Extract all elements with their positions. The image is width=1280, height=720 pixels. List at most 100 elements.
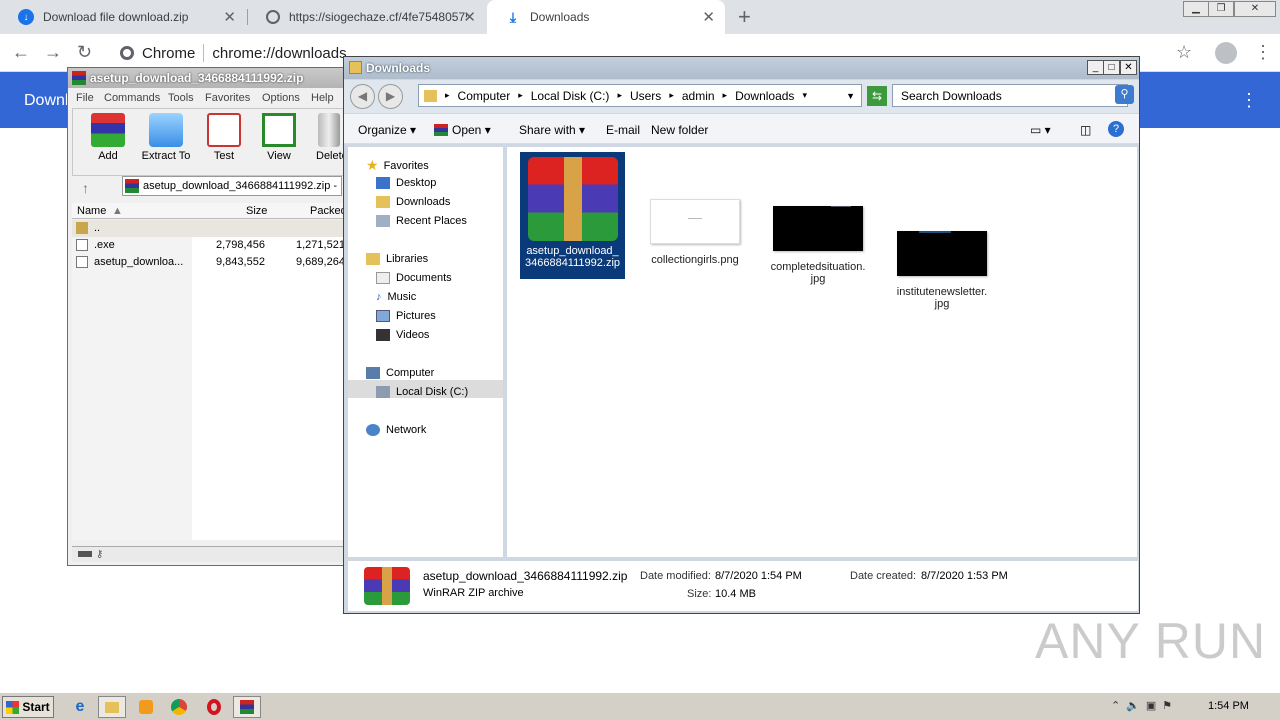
menu-options[interactable]: Options (262, 92, 300, 104)
row-packed: 9,689,264 (296, 256, 345, 268)
extract-to-button[interactable]: Extract To (136, 113, 196, 162)
close-tab-icon[interactable]: ✕ (463, 8, 476, 26)
chevron-down-icon[interactable]: ▼ (846, 91, 855, 101)
menu-tools[interactable]: Tools (168, 92, 194, 104)
menu-commands[interactable]: Commands (104, 92, 160, 104)
nav-music[interactable]: ♪ Music (376, 291, 416, 303)
winrar-archive-icon (364, 567, 410, 605)
documents-icon (376, 272, 390, 284)
restore-button[interactable]: ❐ (1208, 1, 1234, 17)
file-item-png[interactable]: collectiongirls.png (646, 199, 744, 266)
up-arrow-icon[interactable]: ↑ (82, 180, 89, 196)
nav-desktop[interactable]: Desktop (376, 177, 436, 189)
forward-icon[interactable]: ▶ (378, 84, 403, 109)
nav-pictures[interactable]: Pictures (376, 310, 436, 322)
breadcrumb-local-disk[interactable]: Local Disk (C:) (531, 89, 610, 103)
start-label: Start (22, 700, 50, 714)
media-player-icon[interactable] (132, 696, 160, 718)
open-button[interactable]: Open ▾ (434, 123, 491, 137)
refresh-icon[interactable]: ⇆ (867, 86, 887, 106)
add-button[interactable]: Add (78, 113, 138, 162)
new-tab-button[interactable]: + (738, 4, 751, 30)
test-button[interactable]: Test (194, 113, 254, 162)
nav-documents[interactable]: Documents (376, 272, 452, 284)
nav-label: Recent Places (396, 215, 467, 227)
more-actions-icon[interactable]: ⋮ (1240, 90, 1258, 111)
row-name: .exe (94, 239, 115, 251)
menu-file[interactable]: File (76, 92, 94, 104)
breadcrumb-computer[interactable]: Computer (458, 89, 511, 103)
search-input[interactable]: Search Downloads (892, 84, 1128, 107)
windows-logo-icon (6, 700, 20, 714)
column-size[interactable]: Size (246, 205, 267, 217)
chevron-icon: ▸ (518, 90, 523, 100)
start-button[interactable]: Start (2, 696, 54, 718)
winrar-taskbar-icon[interactable] (233, 696, 261, 718)
organize-button[interactable]: Organize ▾ (358, 123, 416, 137)
play-icon (139, 700, 153, 714)
tab-siogechaze[interactable]: https://siogechaze.cf/4fe754805756 ✕ (248, 0, 486, 34)
column-name[interactable]: Name (77, 205, 106, 217)
explorer-taskbar-icon[interactable] (98, 696, 126, 718)
close-tab-icon[interactable]: ✕ (223, 8, 236, 26)
omnibox-divider (203, 44, 205, 62)
maximize-button[interactable]: □ (1103, 60, 1120, 75)
nav-videos[interactable]: Videos (376, 329, 429, 341)
forward-icon[interactable]: → (44, 42, 62, 63)
menu-kebab-icon[interactable]: ⋮ (1254, 42, 1272, 63)
view-options-icon[interactable]: ▭ ▾ (1030, 123, 1051, 137)
close-button[interactable]: ✕ (1120, 60, 1137, 75)
opera-icon[interactable] (200, 696, 228, 718)
nav-computer[interactable]: Computer (366, 367, 434, 379)
close-window-button[interactable]: ✕ (1234, 1, 1276, 17)
delete-button[interactable]: Delete (304, 113, 344, 162)
column-packed[interactable]: Packed (310, 205, 347, 217)
nav-recent-places[interactable]: Recent Places (376, 215, 467, 227)
breadcrumb-admin[interactable]: admin (682, 89, 715, 103)
menu-favorites[interactable]: Favorites (205, 92, 250, 104)
minimize-button[interactable]: ▁ (1183, 1, 1209, 17)
address-bar[interactable]: ▸ Computer ▸ Local Disk (C:) ▸ Users ▸ a… (418, 84, 862, 107)
help-icon[interactable]: ? (1108, 121, 1124, 137)
share-with-button[interactable]: Share with ▾ (519, 123, 585, 137)
winrar-path-field[interactable]: asetup_download_3466884111992.zip - (122, 176, 342, 196)
nav-network[interactable]: Network (366, 424, 426, 436)
file-icon (76, 256, 88, 268)
file-item-jpg[interactable]: completedsituation. jpg (768, 199, 868, 285)
ie-icon[interactable]: e (66, 696, 94, 718)
back-icon[interactable]: ← (12, 42, 30, 63)
new-folder-button[interactable]: New folder (651, 123, 708, 137)
back-icon[interactable]: ◀ (350, 84, 375, 109)
file-item-jpg[interactable]: institutenewsletter. jpg (889, 199, 995, 310)
taskbar: Start e ⌃🔈▣⚑ 1:54 PM (0, 692, 1280, 720)
close-tab-icon[interactable]: ✕ (702, 8, 715, 26)
file-item-zip[interactable]: asetup_download_ 3466884111992.zip (520, 152, 625, 279)
table-row[interactable]: .exe 2,798,456 1,271,521 (72, 237, 352, 254)
breadcrumb-downloads[interactable]: Downloads (735, 89, 794, 103)
breadcrumb-users[interactable]: Users (630, 89, 661, 103)
reload-icon[interactable]: ↻ (77, 42, 92, 63)
omnibox-url[interactable]: chrome://downloads (212, 45, 346, 62)
nav-downloads[interactable]: Downloads (376, 196, 450, 208)
minimize-button[interactable]: _ (1087, 60, 1104, 75)
tab-downloads[interactable]: ⤓ Downloads ✕ (487, 0, 725, 34)
details-filename: asetup_download_3466884111992.zip (423, 569, 628, 583)
trash-icon (318, 113, 340, 147)
nav-libraries[interactable]: Libraries (366, 253, 428, 265)
chrome-taskbar-icon[interactable] (165, 696, 193, 718)
nav-favorites[interactable]: ★ Favorites (366, 157, 429, 174)
nav-local-disk[interactable]: Local Disk (C:) (376, 386, 468, 398)
search-icon[interactable]: ⚲ (1115, 85, 1134, 104)
explorer-window: Downloads _ □ ✕ ◀ ▶ ▸ Computer ▸ Local D… (343, 56, 1140, 614)
tray-icons[interactable]: ⌃🔈▣⚑ (1111, 699, 1178, 712)
tab-download-file[interactable]: ↓ Download file download.zip ✕ (0, 0, 246, 34)
table-row[interactable]: .. (72, 220, 352, 237)
image-thumbnail (897, 231, 987, 276)
view-button[interactable]: View (249, 113, 309, 162)
organize-label: Organize (358, 123, 407, 137)
preview-pane-icon[interactable]: ◫ (1080, 123, 1091, 137)
profile-avatar[interactable] (1215, 42, 1237, 64)
email-button[interactable]: E-mail (606, 123, 640, 137)
menu-help[interactable]: Help (311, 92, 334, 104)
table-row[interactable]: asetup_downloa... 9,843,552 9,689,264 (72, 254, 352, 271)
